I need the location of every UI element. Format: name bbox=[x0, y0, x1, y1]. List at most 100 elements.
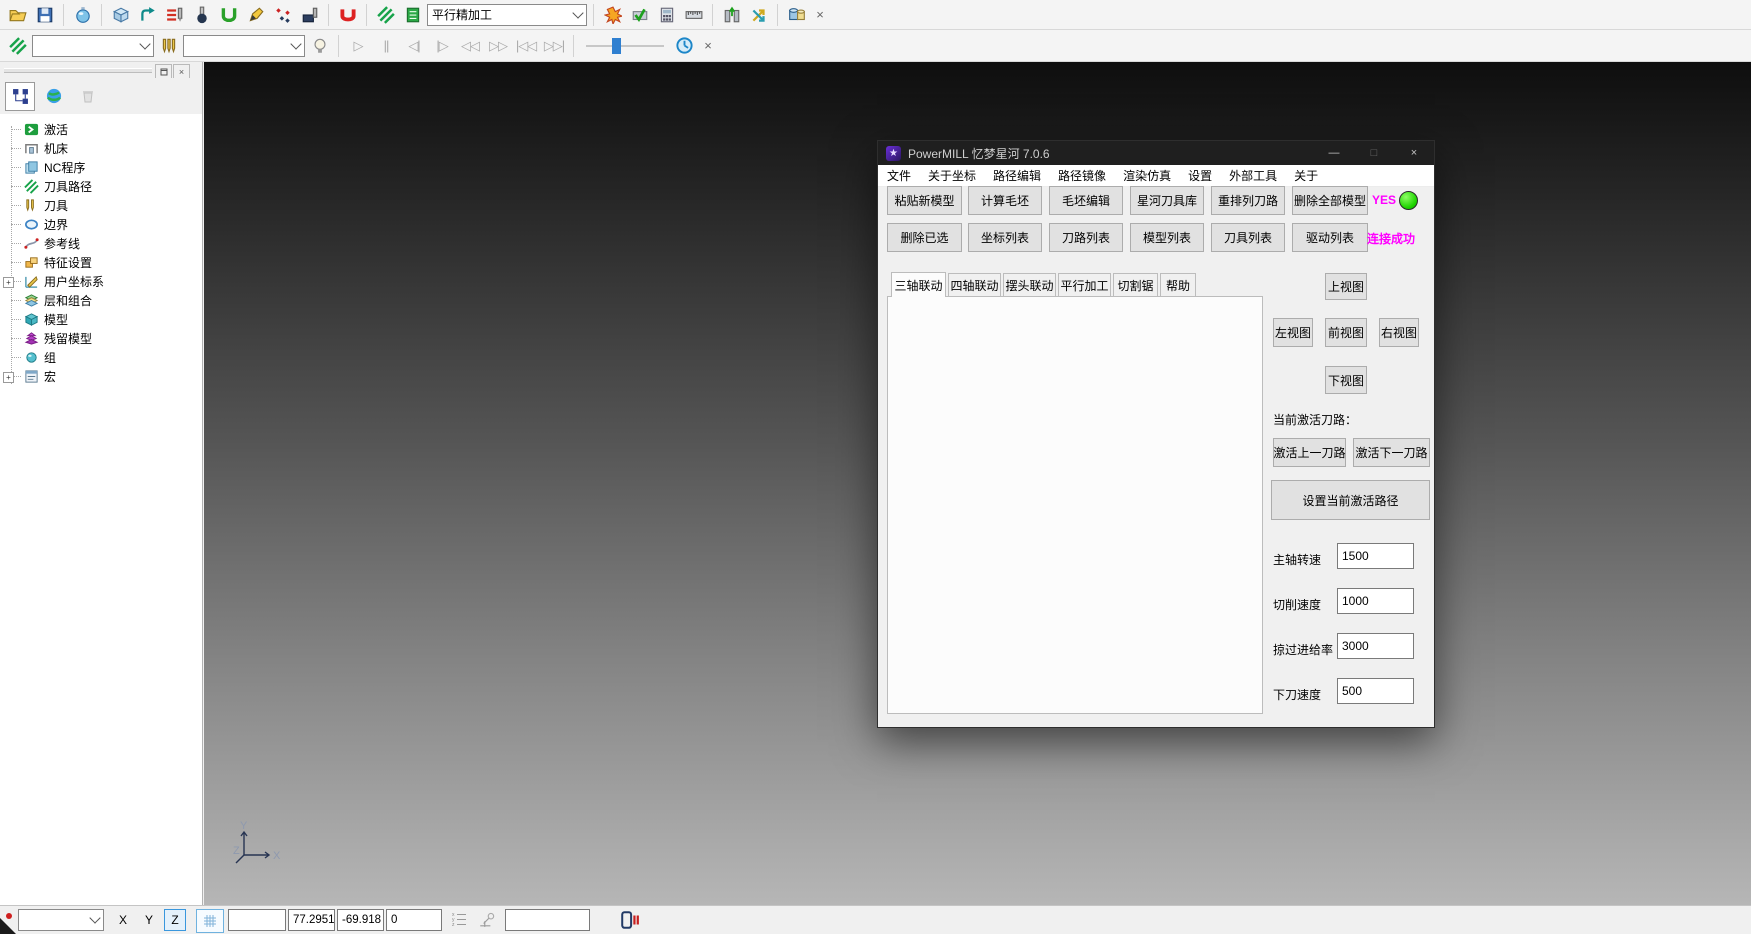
expand-icon[interactable]: + bbox=[3, 277, 14, 288]
ballmill-icon[interactable] bbox=[189, 2, 214, 27]
tree-item-machine[interactable]: 机床 bbox=[0, 139, 202, 158]
view-left-button[interactable]: 左视图 bbox=[1273, 318, 1313, 347]
sim-rewind-button[interactable]: ◁◁ bbox=[457, 38, 483, 54]
block-icon[interactable] bbox=[108, 2, 133, 27]
save-icon[interactable] bbox=[32, 2, 57, 27]
menu-about-coords[interactable]: 关于坐标 bbox=[928, 167, 976, 184]
verify-check-icon[interactable] bbox=[627, 2, 652, 27]
clamp-icon[interactable] bbox=[335, 2, 360, 27]
sim-go-end-button[interactable]: ▷▷| bbox=[541, 38, 567, 54]
tab-trash[interactable] bbox=[73, 82, 103, 111]
view-right-button[interactable]: 右视图 bbox=[1379, 318, 1419, 347]
close-button[interactable]: × bbox=[1394, 141, 1434, 165]
tree-item-groups[interactable]: 组 bbox=[0, 348, 202, 367]
lightbulb-icon[interactable] bbox=[307, 33, 332, 58]
stock-edit-button[interactable]: 毛坯编辑 bbox=[1049, 186, 1123, 215]
model-list-button[interactable]: 模型列表 bbox=[1130, 223, 1204, 252]
delete-all-models-button[interactable]: 删除全部模型 bbox=[1292, 186, 1368, 215]
tree-item-levels[interactable]: 层和组合 bbox=[0, 291, 202, 310]
sim-tool-combobox[interactable] bbox=[183, 35, 305, 57]
toolbar-close-button[interactable]: × bbox=[699, 37, 717, 55]
tree-item-patterns[interactable]: 参考线 bbox=[0, 234, 202, 253]
tree-item-models[interactable]: 模型 bbox=[0, 310, 202, 329]
shading-icon[interactable] bbox=[70, 2, 95, 27]
calc-stock-button[interactable]: 计算毛坯 bbox=[968, 186, 1042, 215]
corner-grip[interactable] bbox=[0, 918, 16, 934]
tool-library-button[interactable]: 星河刀具库 bbox=[1130, 186, 1204, 215]
drill-points-icon[interactable] bbox=[270, 2, 295, 27]
menu-file[interactable]: 文件 bbox=[887, 167, 911, 184]
calculator-icon[interactable] bbox=[654, 2, 679, 27]
toolpath-spring-icon[interactable] bbox=[373, 2, 398, 27]
menu-settings[interactable]: 设置 bbox=[1188, 167, 1212, 184]
tab-globe[interactable] bbox=[39, 82, 69, 111]
tree-item-activate[interactable]: 激活 bbox=[0, 120, 202, 139]
sim-pause-button[interactable]: || bbox=[373, 38, 399, 53]
panel-grip[interactable]: × bbox=[0, 62, 202, 78]
slider-handle[interactable] bbox=[612, 38, 621, 54]
cursor-z-field[interactable]: 0 bbox=[386, 909, 442, 931]
path-list-button[interactable]: 刀路列表 bbox=[1049, 223, 1123, 252]
menu-path-mirror[interactable]: 路径镜像 bbox=[1058, 167, 1106, 184]
zlevel-icon[interactable] bbox=[162, 2, 187, 27]
blockmill-icon[interactable] bbox=[297, 2, 322, 27]
tab-four-axis[interactable]: 四轴联动 bbox=[948, 273, 1001, 297]
cursor-y-field[interactable]: -69.918 bbox=[337, 909, 384, 931]
menu-path-edit[interactable]: 路径编辑 bbox=[993, 167, 1041, 184]
status-field-1[interactable] bbox=[228, 909, 286, 931]
menu-about[interactable]: 关于 bbox=[1294, 167, 1318, 184]
cutting-feed-field[interactable]: 1000 bbox=[1337, 588, 1414, 614]
tree-item-tools[interactable]: 刀具 bbox=[0, 196, 202, 215]
toolpath-preset-combobox[interactable]: 平行精加工 bbox=[427, 4, 587, 26]
tree-item-stock-models[interactable]: 残留模型 bbox=[0, 329, 202, 348]
panel-float-button[interactable] bbox=[155, 64, 172, 79]
view-front-button[interactable]: 前视图 bbox=[1325, 318, 1367, 347]
plunge-feed-field[interactable]: 500 bbox=[1337, 678, 1414, 704]
sim-fast-forward-button[interactable]: ▷▷ bbox=[485, 38, 511, 54]
tab-head-tilt[interactable]: 摆头联动 bbox=[1003, 273, 1056, 297]
cylinders-icon[interactable] bbox=[784, 2, 809, 27]
tab-saw[interactable]: 切割锯 bbox=[1113, 273, 1158, 297]
tree-item-workplanes[interactable]: + 用户坐标系 bbox=[0, 272, 202, 291]
open-icon[interactable] bbox=[5, 2, 30, 27]
menu-render-sim[interactable]: 渲染仿真 bbox=[1123, 167, 1171, 184]
tree-item-boundaries[interactable]: 边界 bbox=[0, 215, 202, 234]
activate-prev-path-button[interactable]: 激活上一刀路 bbox=[1273, 438, 1346, 467]
ruler-icon[interactable] bbox=[681, 2, 706, 27]
axis-x-button[interactable]: X bbox=[112, 909, 134, 931]
sim-toolpath-combobox[interactable] bbox=[32, 35, 154, 57]
pause-indicator-icon[interactable] bbox=[620, 910, 640, 930]
dialog-title-bar[interactable]: ★ PowerMILL 忆梦星河 7.0.6 — □ × bbox=[878, 141, 1434, 165]
sim-play-button[interactable]: ▷ bbox=[345, 38, 371, 54]
rearrange-paths-button[interactable]: 重排列刀路 bbox=[1211, 186, 1285, 215]
umill-icon[interactable] bbox=[216, 2, 241, 27]
expand-icon[interactable]: + bbox=[3, 372, 14, 383]
level-combobox[interactable] bbox=[18, 909, 104, 931]
grid-toggle-button[interactable] bbox=[196, 909, 224, 933]
paste-model-button[interactable]: 粘贴新模型 bbox=[887, 186, 962, 215]
spindle-speed-field[interactable]: 1500 bbox=[1337, 543, 1414, 569]
axis-z-button[interactable]: Z bbox=[164, 909, 186, 931]
axis-y-button[interactable]: Y bbox=[138, 909, 160, 931]
sim-go-start-button[interactable]: |◁◁ bbox=[513, 38, 539, 54]
sim-speed-slider[interactable] bbox=[586, 36, 664, 56]
cursor-x-field[interactable]: 77.2951 bbox=[288, 909, 335, 931]
panel-close-button[interactable]: × bbox=[173, 64, 190, 79]
sim-clock-icon[interactable] bbox=[672, 33, 697, 58]
maximize-button[interactable]: □ bbox=[1354, 141, 1394, 165]
coord-list-button[interactable]: 坐标列表 bbox=[968, 223, 1042, 252]
tab-parallel[interactable]: 平行加工 bbox=[1058, 273, 1111, 297]
toolpath-list-icon[interactable] bbox=[400, 2, 425, 27]
tree-item-nc-programs[interactable]: NC程序 bbox=[0, 158, 202, 177]
set-active-path-button[interactable]: 设置当前激活路径 bbox=[1271, 480, 1430, 520]
tab-explorer-tree[interactable] bbox=[5, 82, 35, 111]
view-top-button[interactable]: 上视图 bbox=[1325, 273, 1367, 300]
tool-list-button[interactable]: 刀具列表 bbox=[1211, 223, 1285, 252]
drive-list-button[interactable]: 驱动列表 bbox=[1292, 223, 1368, 252]
tab-three-axis[interactable]: 三轴联动 bbox=[891, 272, 946, 297]
menu-external-tools[interactable]: 外部工具 bbox=[1229, 167, 1277, 184]
tree-item-toolpaths[interactable]: 刀具路径 bbox=[0, 177, 202, 196]
view-bottom-button[interactable]: 下视图 bbox=[1325, 366, 1367, 394]
minimize-button[interactable]: — bbox=[1314, 141, 1354, 165]
toolpath-return-icon[interactable] bbox=[135, 2, 160, 27]
